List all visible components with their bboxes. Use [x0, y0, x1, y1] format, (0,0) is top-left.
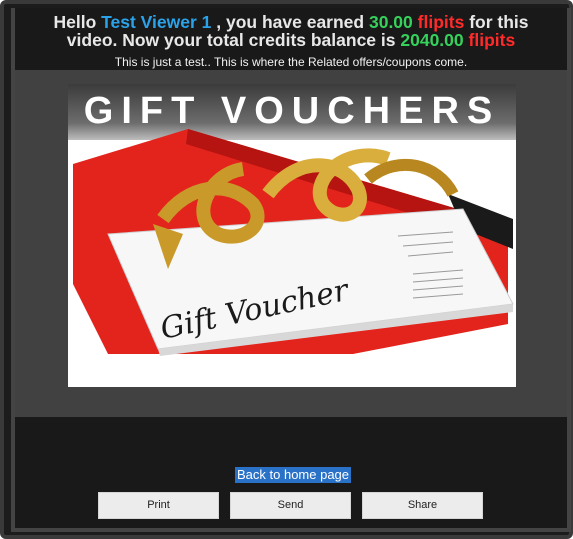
gift-voucher-image[interactable]: GIFT VOUCHERS Gift Voucher — [68, 84, 516, 387]
currency-label-2: flipits — [468, 30, 516, 50]
for-this-text: for this — [469, 12, 529, 32]
dialog-frame: Hello Test Viewer 1 , you have earned 30… — [0, 0, 573, 539]
balance-amount: 2040.00 — [400, 30, 464, 50]
earned-text: , you have earned — [216, 12, 365, 32]
earned-amount: 30.00 — [368, 12, 413, 32]
share-button[interactable]: Share — [362, 492, 483, 519]
hello-text: Hello — [53, 12, 97, 32]
print-button[interactable]: Print — [98, 492, 219, 519]
dialog-inner: Hello Test Viewer 1 , you have earned 30… — [11, 8, 571, 532]
balance-text: video. Now your total credits balance is — [66, 30, 396, 50]
currency-label: flipits — [417, 12, 465, 32]
offer-panel: GIFT VOUCHERS Gift Voucher — [15, 70, 567, 417]
footer-actions: Back to home page Print Send Share — [15, 417, 567, 528]
back-home-link[interactable]: Back to home page — [235, 467, 352, 483]
user-name: Test Viewer 1 — [101, 12, 212, 32]
offers-subtitle: This is just a test.. This is where the … — [114, 55, 468, 69]
send-button[interactable]: Send — [230, 492, 351, 519]
voucher-illustration: Gift Voucher — [73, 129, 514, 356]
